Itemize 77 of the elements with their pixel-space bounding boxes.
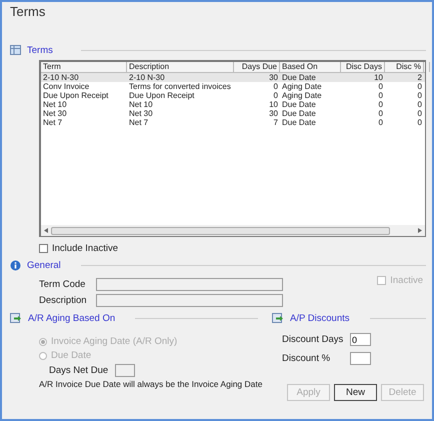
table-cell-text: Due Upon Receipt: [128, 91, 196, 100]
radio-label: Invoice Aging Date (A/R Only): [51, 336, 178, 347]
field-label: Days Net Due: [49, 365, 108, 376]
field-label: Description: [39, 294, 88, 306]
table-cell-text: 7: [272, 118, 279, 127]
table-cell-text: 0: [378, 118, 384, 127]
table-cell-text: Due Date: [281, 100, 317, 109]
table-cell-text: 10: [373, 73, 384, 82]
action-button[interactable]: New: [334, 384, 377, 401]
table-row[interactable]: Net 7 Net 7 7 Due Date 0 0: [41, 118, 425, 127]
table-cell-text: Net 10: [128, 100, 154, 109]
arrow-document-icon: [272, 312, 284, 324]
column-header[interactable]: Description: [127, 62, 234, 72]
horizontal-scrollbar[interactable]: [41, 225, 425, 236]
info-text: A/R Invoice Due Date will always be the Invoice Aging Date: [39, 379, 262, 389]
table-cell-text: 0: [416, 91, 423, 100]
table-cell-text: 0: [378, 82, 384, 91]
table-cell-text: 0: [378, 109, 384, 118]
table-cell-text: 2: [416, 73, 423, 82]
table-cell-text: 0: [416, 118, 423, 127]
section-title: Terms: [27, 44, 53, 56]
window-title: Terms: [10, 4, 46, 21]
table-cell-text: 0: [272, 91, 279, 100]
table-cell-text: 0: [416, 82, 423, 91]
table-row[interactable]: Conv Invoice Terms for converted invoices 0 Aging Date 0 0: [41, 82, 425, 91]
table-row[interactable]: Net 30 Net 30 30 Due Date 0 0: [41, 109, 425, 118]
input-field[interactable]: [115, 364, 136, 377]
table-cell-text: Aging Date: [281, 91, 323, 100]
field-label: Discount %: [282, 353, 332, 364]
column-header[interactable]: Disc Days: [341, 62, 385, 72]
field-label: Discount Days: [282, 334, 344, 345]
input-field[interactable]: [350, 352, 371, 365]
scroll-right-icon[interactable]: [418, 228, 422, 233]
table-cell-text: 30: [268, 109, 279, 118]
table-cell-text: Net 30: [42, 109, 68, 118]
table-cell-text: Net 10: [42, 100, 68, 109]
scroll-left-icon[interactable]: [44, 228, 48, 233]
table-cell-text: 0: [378, 91, 384, 100]
table-cell-text: Net 7: [42, 118, 64, 127]
table-cell-text: 2-10 N-30: [42, 73, 80, 82]
column-header[interactable]: Based On: [280, 62, 341, 72]
table-cell-text: 2-10 N-30: [128, 73, 166, 82]
section-title: General: [27, 260, 61, 270]
checkbox[interactable]: [39, 244, 48, 252]
table-cell-text: 30: [268, 73, 279, 82]
table-cell-text: Due Date: [281, 73, 317, 82]
table-icon: [10, 45, 21, 55]
table-cell-text: Aging Date: [281, 82, 323, 91]
table-row[interactable]: Due Upon Receipt Due Upon Receipt 0 Aging Date 0 0: [41, 91, 425, 100]
table-cell-text: Terms for converted invoices: [128, 82, 232, 91]
table-row[interactable]: 2-10 N-30 2-10 N-30 30 Due Date 10 2: [41, 73, 425, 82]
section-title: A/R Aging Based On: [28, 312, 116, 324]
table-cell-text: 10: [268, 100, 279, 109]
table-cell-text: Conv Invoice: [42, 82, 90, 91]
table-cell-text: 0: [272, 82, 279, 91]
table-cell-text: 0: [416, 109, 423, 118]
checkbox-label: Inactive: [390, 275, 423, 286]
column-header[interactable]: Disc %: [385, 62, 424, 72]
radio-label: Due Date: [51, 350, 92, 361]
checkbox-label: Include Inactive: [52, 242, 118, 254]
table-cell-text: Due Date: [281, 109, 317, 118]
table-cell-text: 0: [378, 100, 384, 109]
section-title: A/P Discounts: [290, 312, 350, 324]
table-cell-text: 0: [416, 100, 423, 109]
input-field[interactable]: 0: [350, 333, 371, 346]
table-cell-text: Net 7: [128, 118, 150, 127]
input-field[interactable]: [96, 294, 283, 306]
table-row[interactable]: Net 10 Net 10 10 Due Date 0 0: [41, 100, 425, 109]
column-header[interactable]: Days Due: [234, 62, 280, 72]
table-cell-text: Net 30: [128, 109, 154, 118]
table-cell-text: Due Date: [281, 118, 317, 127]
info-icon: [10, 260, 21, 270]
input-field[interactable]: [96, 278, 283, 290]
arrow-document-icon: [10, 312, 22, 324]
table-cell-text: Due Upon Receipt: [42, 91, 110, 100]
column-header[interactable]: Term: [41, 62, 127, 72]
field-label: Term Code: [39, 278, 86, 290]
